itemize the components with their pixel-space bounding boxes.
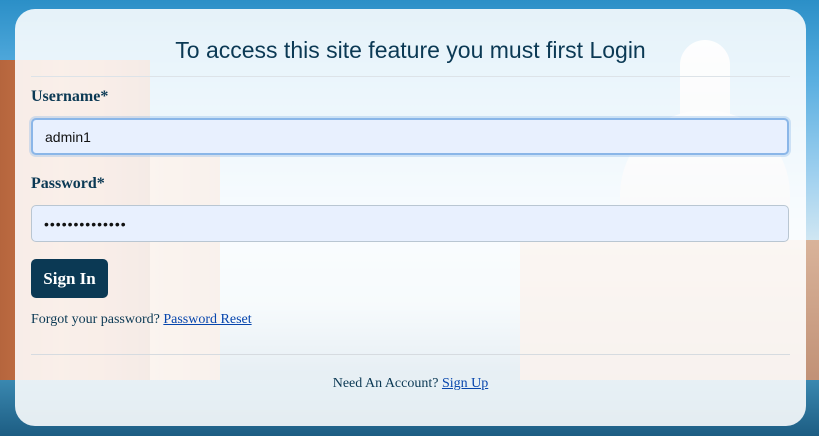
bottom-divider bbox=[31, 354, 790, 355]
password-input[interactable]: •••••••••••••• bbox=[31, 205, 789, 242]
sign-up-link[interactable]: Sign Up bbox=[442, 376, 488, 391]
username-label: Username* bbox=[31, 88, 109, 105]
login-card: To access this site feature you must fir… bbox=[15, 9, 806, 426]
forgot-password-text: Forgot your password? bbox=[31, 312, 160, 327]
forgot-password-row: Forgot your password? Password Reset bbox=[31, 312, 252, 328]
signup-row: Need An Account? Sign Up bbox=[15, 376, 806, 392]
login-title: To access this site feature you must fir… bbox=[175, 37, 646, 63]
sign-in-button[interactable]: Sign In bbox=[31, 259, 108, 298]
signup-text: Need An Account? bbox=[332, 376, 439, 391]
username-input[interactable]: admin1 bbox=[31, 118, 789, 155]
password-label: Password* bbox=[31, 175, 105, 192]
title-divider bbox=[31, 76, 790, 77]
password-reset-link[interactable]: Password Reset bbox=[163, 312, 251, 327]
